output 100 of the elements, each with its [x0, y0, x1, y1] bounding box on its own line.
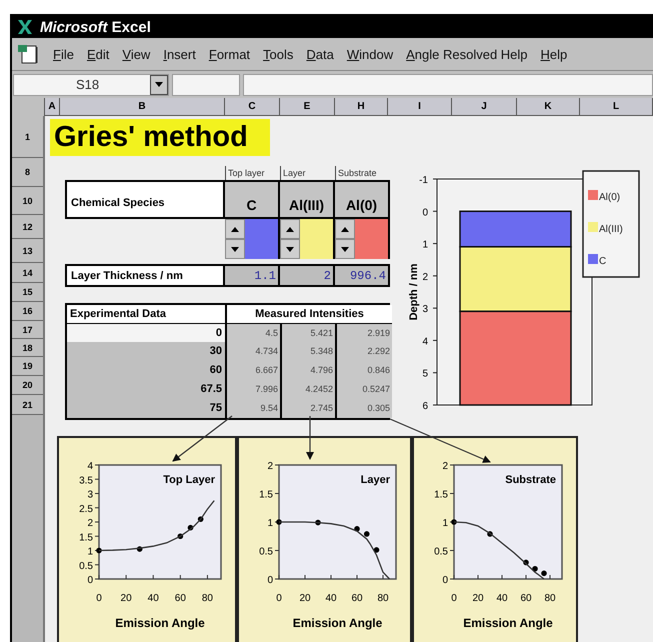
menu-item[interactable]: Tools [263, 46, 294, 62]
toolbar-field[interactable] [172, 74, 240, 96]
row-header[interactable]: 15 [12, 283, 43, 302]
row-header[interactable]: 17 [12, 321, 43, 339]
data-point [96, 548, 102, 554]
tick-label: 40 [325, 593, 337, 604]
tick-label: 3 [422, 304, 428, 316]
tick-label: 2 [442, 461, 448, 472]
table-cell[interactable]: 6.667 [227, 360, 282, 379]
row-header[interactable]: 19 [12, 357, 43, 376]
chart-title: Top Layer [163, 474, 215, 486]
title-cell[interactable]: Gries' method [50, 119, 270, 156]
menu-item[interactable]: File [53, 46, 74, 62]
triangle-up-icon [341, 226, 349, 232]
table-cell[interactable]: 4.796 [282, 360, 337, 379]
spin-up-button[interactable] [225, 219, 245, 239]
spin-up-button[interactable] [280, 219, 300, 239]
menu-item[interactable]: Angle Resolved Help [406, 46, 528, 62]
spin-down-button[interactable] [335, 239, 355, 259]
table-cell[interactable]: 0.5247 [337, 379, 392, 398]
row-header[interactable]: 12 [12, 215, 43, 239]
table-cell[interactable]: 1.1 [225, 264, 280, 287]
tick-label: 0 [451, 593, 457, 604]
row-header[interactable]: 10 [12, 187, 43, 215]
column-header[interactable]: H [335, 98, 388, 116]
tick-label: 60 [174, 593, 186, 604]
column-header[interactable]: I [388, 98, 452, 116]
data-point [523, 560, 529, 566]
legend-label: Al(III) [599, 224, 623, 235]
axis-title: Emission Angle [463, 616, 553, 630]
menu-item[interactable]: Format [208, 46, 250, 62]
spin-up-button[interactable] [335, 219, 355, 239]
triangle-down-icon [341, 246, 349, 252]
column-header[interactable]: A [45, 98, 60, 116]
row-header[interactable]: 1 [12, 116, 43, 158]
data-point [315, 520, 321, 526]
menu-item[interactable]: Help [540, 46, 568, 62]
menu-item[interactable]: Insert [163, 46, 196, 62]
row-header[interactable]: 18 [12, 339, 43, 357]
tick-label: 0 [87, 575, 93, 586]
row-header[interactable]: 20 [12, 376, 43, 395]
table-cell[interactable]: 5.421 [282, 324, 337, 342]
table-cell[interactable]: 0 [67, 324, 227, 342]
spin-down-button[interactable] [225, 239, 245, 259]
document-icon[interactable] [16, 43, 40, 65]
data-point [276, 519, 282, 525]
menu-item[interactable]: View [122, 46, 150, 62]
triangle-up-icon [231, 226, 239, 232]
table-cell[interactable]: 2.292 [337, 342, 392, 360]
table-cell[interactable]: 4.2452 [282, 379, 337, 398]
tick-label: 0 [276, 593, 282, 604]
table-cell[interactable]: 2.745 [282, 398, 337, 418]
table-cell[interactable]: 996.4 [335, 264, 390, 287]
tick-label: 2 [87, 518, 93, 529]
name-box[interactable]: S18 [13, 74, 169, 96]
data-point [188, 524, 194, 530]
table-cell[interactable]: 0.305 [337, 398, 392, 418]
data-point [178, 533, 184, 540]
data-point [364, 531, 370, 537]
row-header[interactable]: 8 [12, 158, 43, 187]
menu-item[interactable]: Edit [86, 46, 110, 62]
row-header[interactable]: 14 [12, 263, 43, 283]
column-header[interactable]: J [452, 98, 517, 116]
column-header[interactable]: E [280, 98, 335, 116]
tick-label: 1 [87, 546, 93, 558]
data-point [451, 519, 457, 525]
table-cell[interactable]: Al(0) [335, 180, 390, 219]
chart-title: Substrate [505, 474, 556, 486]
dropdown-button[interactable] [150, 74, 168, 94]
column-header[interactable]: B [60, 98, 225, 116]
table-cell[interactable]: 2.919 [337, 324, 392, 342]
table-cell[interactable]: Al(III) [280, 180, 335, 219]
table-cell[interactable]: 9.54 [227, 398, 282, 418]
menu-item[interactable]: Window [346, 46, 394, 62]
tick-label: 2 [267, 461, 273, 472]
column-header[interactable]: K [517, 98, 580, 116]
row-header[interactable]: 13 [12, 239, 43, 263]
menu-item[interactable]: Data [306, 46, 334, 62]
tick-label: 3.5 [79, 475, 93, 486]
data-point [374, 547, 380, 553]
column-header[interactable]: L [580, 98, 653, 116]
tick-label: 20 [299, 593, 311, 604]
row-header[interactable]: 21 [12, 395, 43, 415]
tick-label: 1 [422, 240, 428, 251]
triangle-up-icon [286, 226, 294, 232]
spin-down-button[interactable] [280, 239, 300, 259]
table-cell[interactable]: 7.996 [227, 379, 282, 398]
tick-label: 0 [442, 575, 448, 586]
table-cell[interactable]: C [225, 180, 280, 219]
table-cell[interactable]: 5.348 [282, 342, 337, 360]
triangle-down-icon [231, 246, 239, 252]
row-header[interactable]: 16 [12, 302, 43, 321]
data-point [532, 566, 538, 572]
axis-title: Depth / nm [408, 264, 420, 320]
table-cell[interactable]: 4.5 [227, 324, 282, 342]
table-cell[interactable]: 0.846 [337, 360, 392, 379]
table-cell[interactable]: 4.734 [227, 342, 282, 360]
formula-field[interactable] [243, 74, 653, 96]
column-header[interactable]: C [225, 98, 280, 116]
table-cell[interactable]: 2 [280, 264, 335, 287]
